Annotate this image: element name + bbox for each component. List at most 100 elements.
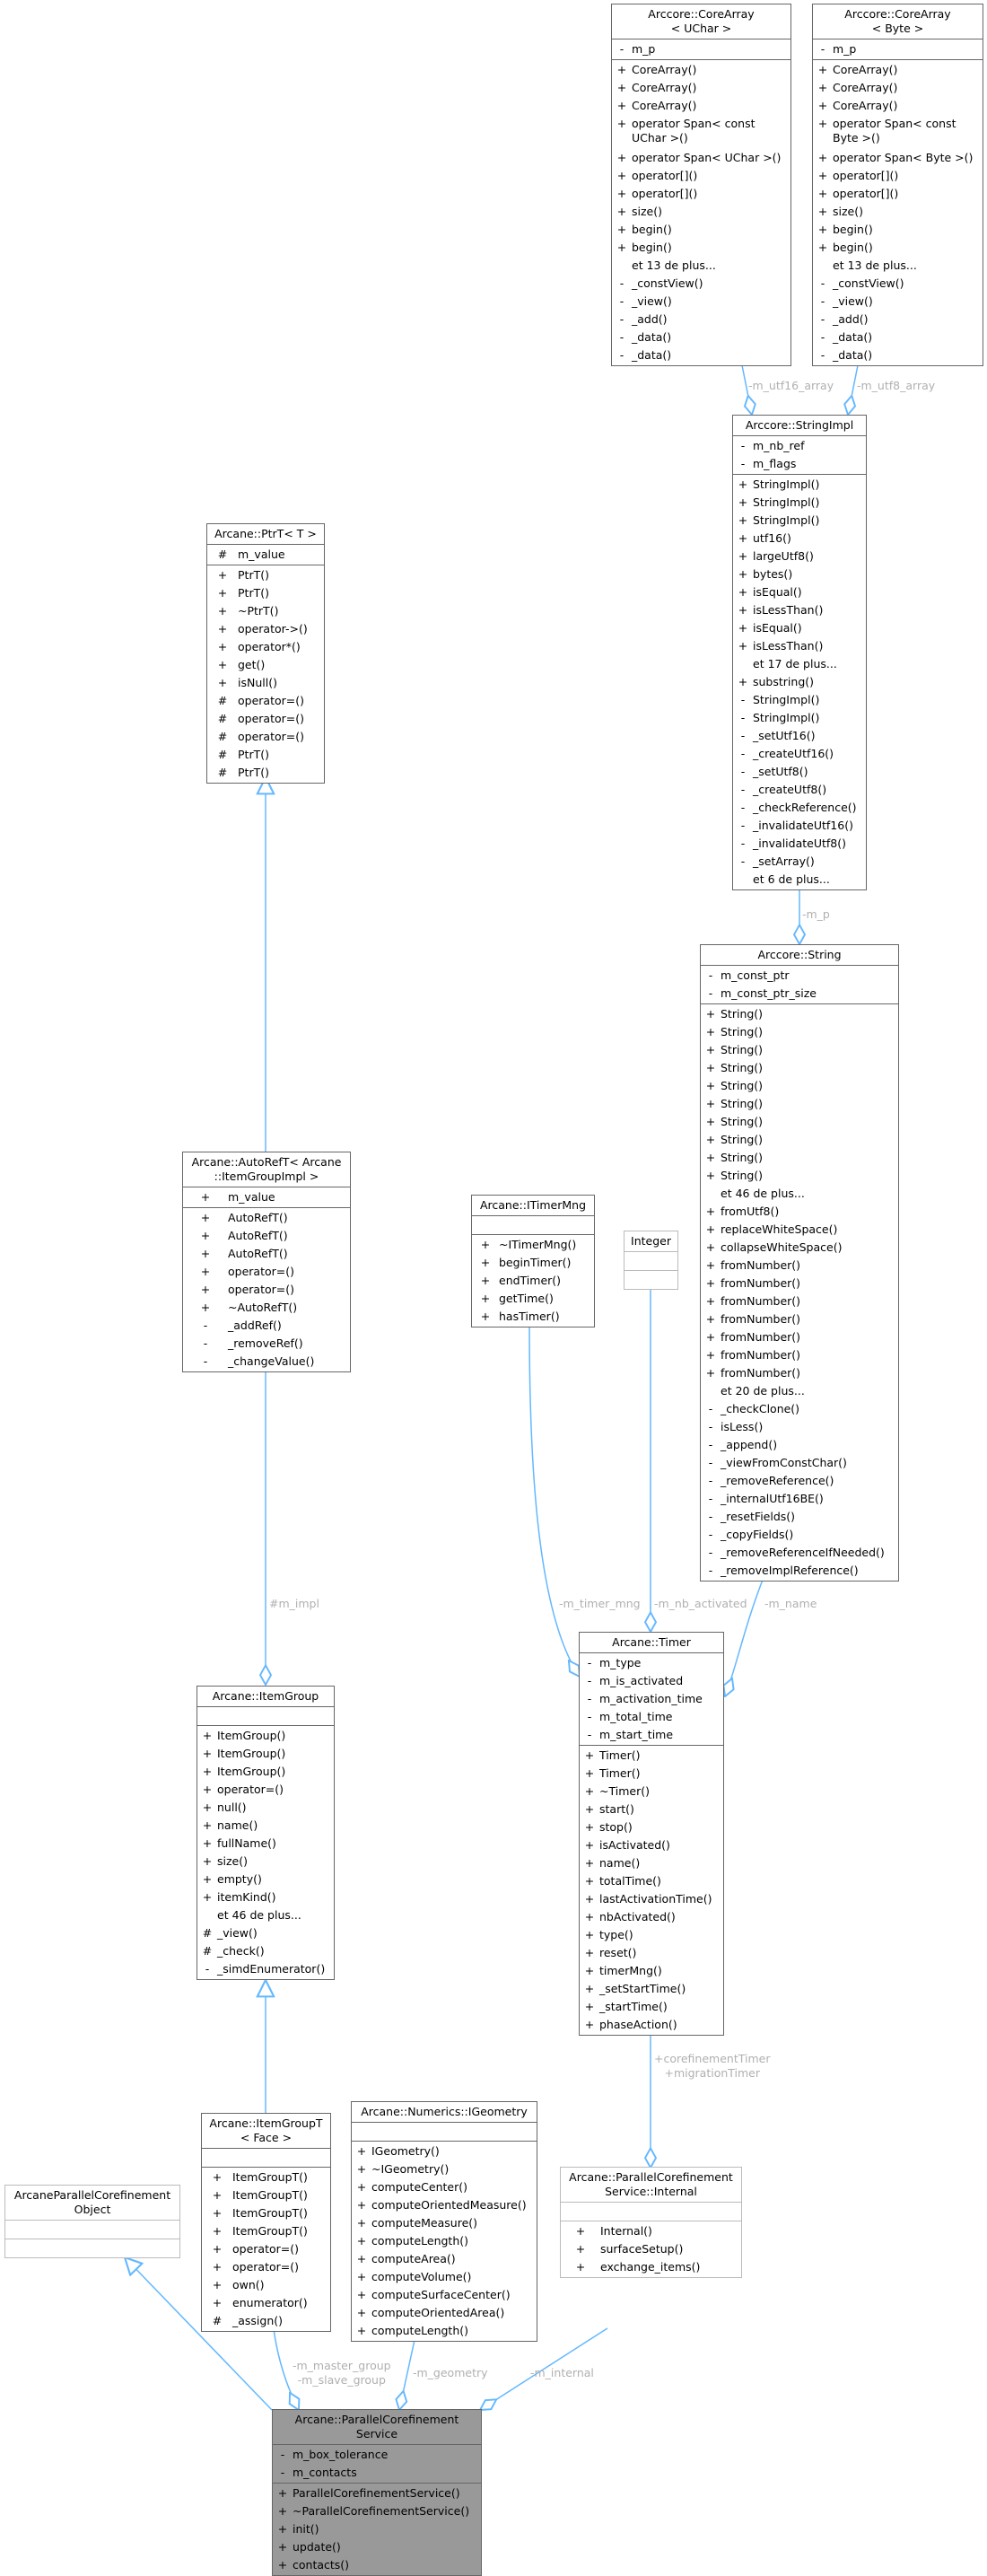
class-box-itemgroup[interactable]: Arcane::ItemGroup + ItemGroup() + ItemGroup(… (197, 1686, 335, 1980)
method-row[interactable]: + endTimer() (472, 1272, 594, 1290)
class-box-apco[interactable]: ArcaneParallelCorefinement Object (4, 2185, 180, 2258)
method-row[interactable]: + ItemGroupT() (202, 2222, 330, 2240)
method-row[interactable]: + computeSurfaceCenter() (352, 2286, 537, 2304)
attribute-row[interactable]: # m_value (207, 546, 324, 564)
method-row[interactable]: + Timer() (580, 1765, 723, 1783)
method-row[interactable]: + fullName() (197, 1835, 334, 1853)
method-row[interactable]: + operator Span< UChar >() (612, 149, 790, 167)
method-row[interactable]: - isLess() (701, 1418, 898, 1436)
method-row[interactable]: et 46 de plus... (701, 1185, 898, 1203)
method-row[interactable]: + itemKind() (197, 1888, 334, 1906)
class-box-parallel-corefinement-service[interactable]: Arcane::ParallelCorefinement Service - m_b… (272, 2409, 482, 2576)
method-row[interactable]: et 13 de plus... (612, 257, 790, 275)
class-box-igeometry[interactable]: Arcane::Numerics::IGeometry + IGeometry() +… (351, 2101, 537, 2342)
method-row[interactable]: + IGeometry() (352, 2142, 537, 2160)
method-row[interactable]: + operator[]() (612, 167, 790, 185)
method-row[interactable]: + operator Span< const Byte >() (813, 115, 983, 149)
attribute-row[interactable]: - m_nb_ref (733, 437, 866, 455)
method-row[interactable]: + operator Span< Byte >() (813, 149, 983, 167)
class-box-ptrt[interactable]: Arcane::PtrT< T > # m_value + PtrT() + PtrT() +… (206, 523, 325, 784)
class-box-corearray-byte[interactable]: Arccore::CoreArray < Byte > - m_p + CoreArra… (812, 4, 983, 366)
method-row[interactable]: + ~Timer() (580, 1783, 723, 1801)
method-row[interactable]: + computeLength() (352, 2322, 537, 2340)
class-box-stringimpl[interactable]: Arccore::StringImpl - m_nb_ref - m_flags + Str… (732, 415, 867, 890)
method-row[interactable]: + String() (701, 1059, 898, 1077)
class-box-corearray-uchar[interactable]: Arccore::CoreArray < UChar > - m_p + CoreArr… (611, 4, 791, 366)
class-box-timer[interactable]: Arcane::Timer - m_type - m_is_activated - m_ac… (579, 1632, 724, 2036)
method-row[interactable]: + String() (701, 1005, 898, 1023)
method-row[interactable]: + getTime() (472, 1290, 594, 1308)
method-row[interactable]: # operator=() (207, 710, 324, 728)
method-row[interactable]: + _setStartTime() (580, 1980, 723, 1998)
method-row[interactable]: + begin() (612, 239, 790, 257)
method-row[interactable]: + operator=() (183, 1281, 350, 1299)
class-box-string[interactable]: Arccore::String - m_const_ptr - m_const_ptr_… (700, 944, 899, 1582)
method-row[interactable]: + computeOrientedArea() (352, 2304, 537, 2322)
attribute-row[interactable]: - m_start_time (580, 1726, 723, 1744)
method-row[interactable]: # PtrT() (207, 764, 324, 782)
method-row[interactable]: + null() (197, 1799, 334, 1817)
method-row[interactable]: + fromUtf8() (701, 1203, 898, 1221)
attribute-row[interactable]: + m_value (183, 1188, 350, 1206)
method-row[interactable]: + phaseAction() (580, 2016, 723, 2034)
method-row[interactable]: + operator=() (202, 2240, 330, 2258)
method-row[interactable]: + CoreArray() (612, 79, 790, 97)
method-row[interactable]: - _add() (612, 311, 790, 329)
method-row[interactable]: + operator Span< const UChar >() (612, 115, 790, 149)
method-row[interactable]: + ~ITimerMng() (472, 1236, 594, 1254)
method-row[interactable]: + computeVolume() (352, 2268, 537, 2286)
attribute-row[interactable]: - m_box_tolerance (273, 2446, 481, 2464)
method-row[interactable]: + computeOrientedMeasure() (352, 2196, 537, 2214)
method-row[interactable]: + own() (202, 2276, 330, 2294)
method-row[interactable]: + isActivated() (580, 1836, 723, 1854)
method-row[interactable]: + collapseWhiteSpace() (701, 1239, 898, 1257)
method-row[interactable]: + ItemGroup() (197, 1745, 334, 1763)
method-row[interactable]: + name() (197, 1817, 334, 1835)
method-row[interactable]: - _addRef() (183, 1317, 350, 1335)
method-row[interactable]: + operator=() (197, 1781, 334, 1799)
method-row[interactable]: + bytes() (733, 565, 866, 583)
method-row[interactable]: + surfaceSetup() (561, 2240, 741, 2258)
method-row[interactable]: + size() (612, 203, 790, 221)
method-row[interactable]: + operator[]() (813, 185, 983, 203)
method-row[interactable]: - _add() (813, 311, 983, 329)
class-box-internal[interactable]: Arcane::ParallelCorefinement Service::In… (560, 2167, 742, 2278)
method-row[interactable]: - _removeReference() (701, 1472, 898, 1490)
method-row[interactable]: + CoreArray() (813, 79, 983, 97)
method-row[interactable]: + computeArea() (352, 2250, 537, 2268)
method-row[interactable]: + type() (580, 1926, 723, 1944)
method-row[interactable]: # PtrT() (207, 746, 324, 764)
method-row[interactable]: - _removeImplReference() (701, 1562, 898, 1580)
method-row[interactable]: + AutoRefT() (183, 1245, 350, 1263)
method-row[interactable]: + AutoRefT() (183, 1227, 350, 1245)
class-box-integer[interactable]: Integer (624, 1231, 678, 1290)
method-row[interactable]: + String() (701, 1077, 898, 1095)
method-row[interactable]: - _viewFromConstChar() (701, 1454, 898, 1472)
method-row[interactable]: + CoreArray() (813, 61, 983, 79)
method-row[interactable]: + fromNumber() (701, 1346, 898, 1364)
method-row[interactable]: + PtrT() (207, 566, 324, 584)
method-row[interactable]: + largeUtf8() (733, 548, 866, 565)
method-row[interactable]: + begin() (813, 239, 983, 257)
method-row[interactable]: + String() (701, 1149, 898, 1167)
method-row[interactable]: + contacts() (273, 2556, 481, 2574)
method-row[interactable]: + ItemGroupT() (202, 2186, 330, 2204)
method-row[interactable]: + String() (701, 1167, 898, 1185)
method-row[interactable]: - _createUtf16() (733, 745, 866, 763)
method-row[interactable]: # operator=() (207, 692, 324, 710)
method-row[interactable]: + ItemGroupT() (202, 2204, 330, 2222)
method-row[interactable]: # _assign() (202, 2312, 330, 2330)
class-box-itimermng[interactable]: Arcane::ITimerMng + ~ITimerMng() + beginTime… (471, 1195, 595, 1327)
method-row[interactable]: + ~AutoRefT() (183, 1299, 350, 1317)
method-row[interactable]: + nbActivated() (580, 1908, 723, 1926)
method-row[interactable]: - _view() (813, 293, 983, 311)
method-row[interactable]: - _data() (612, 346, 790, 364)
method-row[interactable]: + computeLength() (352, 2232, 537, 2250)
method-row[interactable]: # _view() (197, 1924, 334, 1942)
method-row[interactable]: + get() (207, 656, 324, 674)
method-row[interactable]: + ItemGroupT() (202, 2169, 330, 2186)
attribute-row[interactable]: - m_contacts (273, 2464, 481, 2482)
method-row[interactable]: + begin() (813, 221, 983, 239)
method-row[interactable]: - _createUtf8() (733, 781, 866, 799)
method-row[interactable]: + String() (701, 1041, 898, 1059)
